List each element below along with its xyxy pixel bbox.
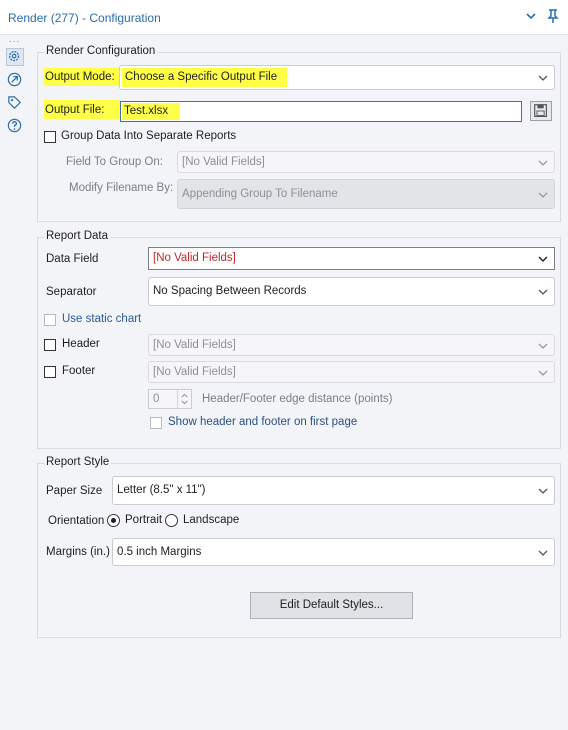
portrait-label: Portrait xyxy=(125,514,163,526)
header-select[interactable]: [No Valid Fields] xyxy=(148,334,555,356)
chevron-down-icon xyxy=(538,343,548,349)
field-to-group-select[interactable]: [No Valid Fields] xyxy=(177,151,555,173)
group-data-checkbox[interactable] xyxy=(44,131,56,143)
landscape-label: Landscape xyxy=(183,514,240,526)
separator-value: No Spacing Between Records xyxy=(153,285,307,297)
tag-icon[interactable] xyxy=(6,94,24,112)
chevron-down-icon xyxy=(538,256,548,262)
separator-label: Separator xyxy=(46,286,97,298)
modify-filename-label: Modify Filename By: xyxy=(69,182,174,194)
footer-label: Footer xyxy=(62,365,96,377)
static-chart-label: Use static chart xyxy=(62,313,142,325)
render-configuration-title: Render Configuration xyxy=(44,45,158,57)
static-chart-checkbox[interactable] xyxy=(44,314,56,326)
data-field-select[interactable]: [No Valid Fields] xyxy=(148,247,555,270)
stepper-arrows[interactable] xyxy=(177,390,191,408)
modify-filename-value: Appending Group To Filename xyxy=(182,188,338,200)
more-icon[interactable]: ... xyxy=(9,34,20,45)
header-checkbox[interactable] xyxy=(44,339,56,351)
edge-distance-stepper[interactable]: 0 xyxy=(148,389,192,409)
save-icon xyxy=(534,104,547,117)
pin-icon[interactable] xyxy=(546,8,560,24)
chevron-down-icon xyxy=(538,75,548,81)
output-file-input[interactable]: Test.xlsx xyxy=(120,101,522,122)
landscape-radio[interactable] xyxy=(165,514,178,527)
paper-size-label: Paper Size xyxy=(46,485,103,497)
collapse-chevron-icon[interactable] xyxy=(524,9,538,23)
footer-value: [No Valid Fields] xyxy=(153,366,236,378)
output-mode-label: Output Mode: xyxy=(44,68,121,86)
gear-icon[interactable] xyxy=(6,48,24,66)
output-file-value: Test.xlsx xyxy=(122,103,181,120)
footer-select[interactable]: [No Valid Fields] xyxy=(148,361,555,383)
show-first-page-label: Show header and footer on first page xyxy=(168,416,358,428)
modify-filename-select[interactable]: Appending Group To Filename xyxy=(177,179,555,209)
edit-default-styles-button[interactable]: Edit Default Styles... xyxy=(250,592,413,619)
header-value: [No Valid Fields] xyxy=(153,339,236,351)
chevron-down-icon xyxy=(538,370,548,376)
chevron-down-icon xyxy=(538,488,548,494)
output-file-label: Output File: xyxy=(44,100,121,119)
paper-size-select[interactable]: Letter (8.5" x 11") xyxy=(112,476,555,505)
save-file-button[interactable] xyxy=(530,101,552,121)
margins-value: 0.5 inch Margins xyxy=(117,546,202,558)
data-field-value: [No Valid Fields] xyxy=(153,252,236,264)
group-data-label: Group Data Into Separate Reports xyxy=(61,130,237,142)
chevron-down-icon xyxy=(538,289,548,295)
help-icon[interactable] xyxy=(6,117,24,135)
output-mode-select[interactable]: Choose a Specific Output File xyxy=(119,65,555,90)
show-first-page-checkbox[interactable] xyxy=(150,417,162,429)
data-field-label: Data Field xyxy=(46,253,99,265)
separator-select[interactable]: No Spacing Between Records xyxy=(148,277,555,306)
window-title: Render (277) - Configuration xyxy=(8,11,161,25)
chevron-down-icon xyxy=(538,550,548,556)
connection-icon[interactable] xyxy=(6,71,24,89)
header-label: Header xyxy=(62,338,100,350)
edge-distance-label: Header/Footer edge distance (points) xyxy=(202,393,393,405)
title-bar: Render (277) - Configuration xyxy=(0,0,568,35)
field-to-group-label: Field To Group On: xyxy=(66,156,163,168)
edge-distance-value: 0 xyxy=(153,393,160,405)
chevron-down-icon xyxy=(538,192,548,198)
report-style-title: Report Style xyxy=(44,456,112,468)
field-to-group-value: [No Valid Fields] xyxy=(182,156,265,168)
paper-size-value: Letter (8.5" x 11") xyxy=(117,484,206,496)
margins-label: Margins (in.) xyxy=(46,546,110,558)
portrait-radio[interactable] xyxy=(107,514,120,527)
report-data-title: Report Data xyxy=(44,230,111,242)
chevron-down-icon xyxy=(538,160,548,166)
orientation-label: Orientation xyxy=(48,515,105,527)
margins-select[interactable]: 0.5 inch Margins xyxy=(112,538,555,566)
output-mode-value: Choose a Specific Output File xyxy=(122,68,288,87)
footer-checkbox[interactable] xyxy=(44,366,56,378)
